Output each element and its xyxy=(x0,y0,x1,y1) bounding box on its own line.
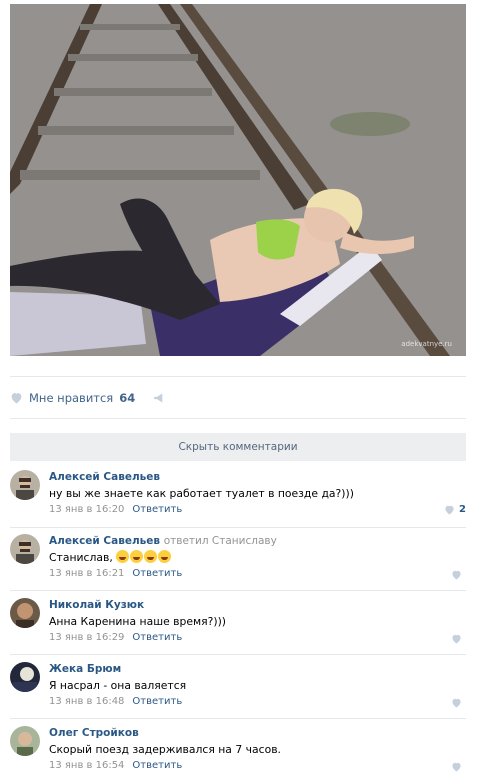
share-icon[interactable] xyxy=(153,392,167,404)
comment-author-link[interactable]: Алексей Савельев ответил Станиславу xyxy=(49,534,466,548)
comment-like-button[interactable] xyxy=(451,570,466,580)
heart-icon xyxy=(452,634,461,644)
hide-comments-button[interactable]: Скрыть комментарии xyxy=(10,433,466,461)
comment-text: Станислав, xyxy=(49,550,466,565)
comment-text: Анна Каренина наше время?))) xyxy=(49,615,227,628)
like-button[interactable]: Мне нравится 64 xyxy=(10,388,167,408)
comment-item: Алексей Савельев ну вы же знаете как раб… xyxy=(10,470,466,526)
avatar[interactable] xyxy=(10,726,40,756)
reply-to-label: ответил Станиславу xyxy=(163,535,277,547)
post-photo[interactable]: adekvatnye.ru xyxy=(10,4,466,356)
comment-text: ну вы же знаете как работает туалет в по… xyxy=(49,487,354,500)
comment-like-button[interactable] xyxy=(451,698,466,708)
comment-time[interactable]: 13 янв в 16:54 xyxy=(49,760,124,771)
laughing-emoji-icon xyxy=(130,550,144,563)
laughing-emoji-icon xyxy=(116,550,130,563)
heart-icon xyxy=(11,393,22,404)
comment-item: Алексей Савельев ответил Станиславу Стан… xyxy=(10,534,466,590)
comment-like-button[interactable] xyxy=(451,634,466,644)
avatar[interactable] xyxy=(10,534,40,564)
divider xyxy=(10,527,466,528)
reply-button[interactable]: Ответить xyxy=(132,568,182,579)
railway-photo-illustration xyxy=(10,4,466,356)
comment-text: Я насрал - она валяется xyxy=(49,679,187,692)
comment-author-link[interactable]: Жека Брюм xyxy=(49,662,466,676)
comment-time[interactable]: 13 янв в 16:21 xyxy=(49,568,124,579)
like-label: Мне нравится xyxy=(29,391,114,405)
heart-icon xyxy=(445,505,454,515)
comment-author-link[interactable]: Олег Стройков xyxy=(49,726,466,740)
comment-like-button[interactable]: 2 xyxy=(444,504,466,515)
heart-icon xyxy=(452,698,461,708)
comment-time[interactable]: 13 янв в 16:29 xyxy=(49,632,124,643)
heart-icon xyxy=(452,762,461,772)
divider xyxy=(10,590,466,591)
divider xyxy=(10,376,466,377)
divider xyxy=(10,718,466,719)
laughing-emoji-icon xyxy=(144,550,158,563)
reply-button[interactable]: Ответить xyxy=(132,632,182,643)
avatar[interactable] xyxy=(10,470,40,500)
reply-button[interactable]: Ответить xyxy=(132,504,182,515)
comment-author-link[interactable]: Алексей Савельев xyxy=(49,470,466,484)
heart-icon xyxy=(452,570,461,580)
comment-time[interactable]: 13 янв в 16:48 xyxy=(49,696,124,707)
avatar[interactable] xyxy=(10,662,40,692)
photo-watermark: adekvatnye.ru xyxy=(401,340,452,348)
comment-item: Николай Кузюк Анна Каренина наше время?)… xyxy=(10,598,466,654)
avatar[interactable] xyxy=(10,598,40,628)
reply-button[interactable]: Ответить xyxy=(132,760,182,771)
comment-author-link[interactable]: Николай Кузюк xyxy=(49,598,466,612)
comment-time[interactable]: 13 янв в 16:20 xyxy=(49,504,124,515)
divider xyxy=(10,654,466,655)
reply-button[interactable]: Ответить xyxy=(132,696,182,707)
laughing-emoji-icon xyxy=(158,550,172,563)
comment-like-button[interactable] xyxy=(451,762,466,772)
divider xyxy=(10,418,466,419)
comment-item: Жека Брюм Я насрал - она валяется 13 янв… xyxy=(10,662,466,718)
comment-item: Олег Стройков Скорый поезд задерживался … xyxy=(10,726,466,778)
comment-text: Скорый поезд задерживался на 7 часов. xyxy=(49,743,281,756)
like-count: 64 xyxy=(119,391,136,405)
comment-like-count: 2 xyxy=(459,504,466,515)
